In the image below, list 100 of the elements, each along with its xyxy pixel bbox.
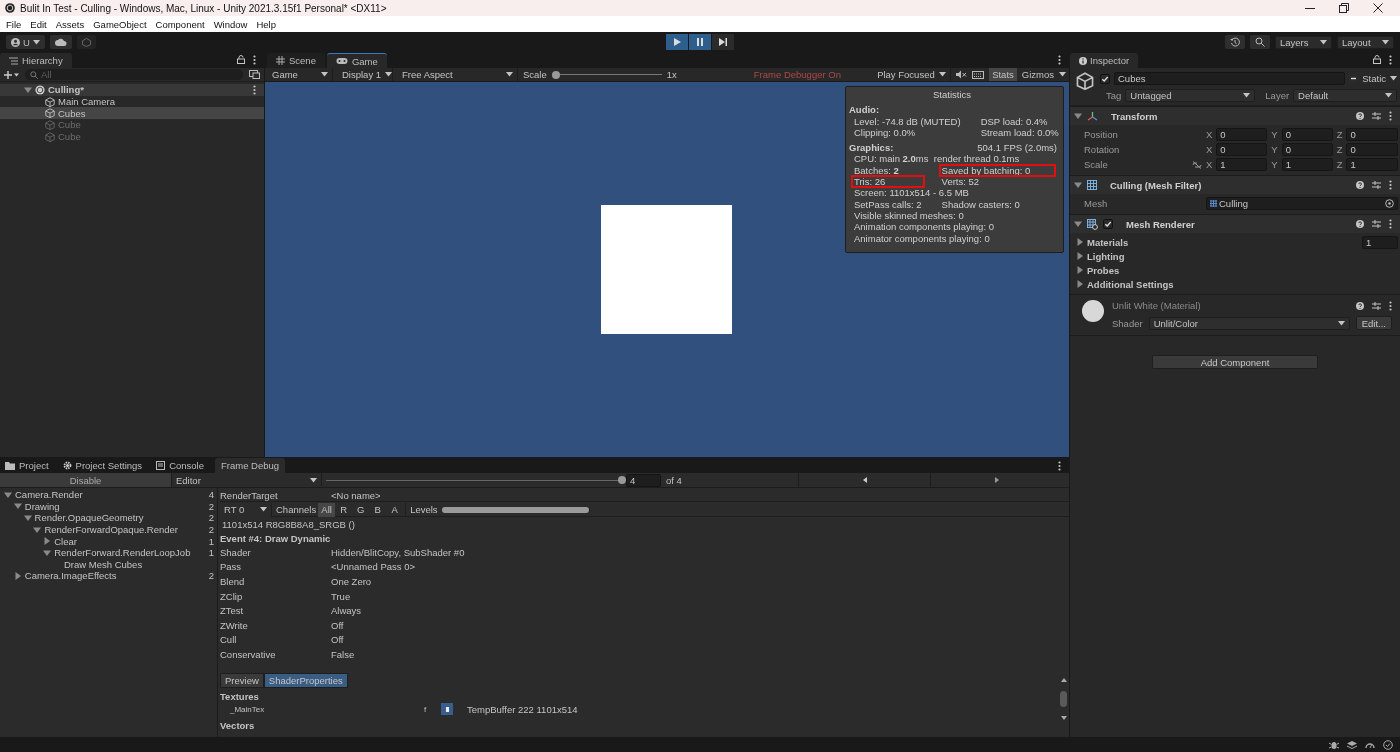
view-tab[interactable]: Scene <box>267 53 325 68</box>
levels-slider[interactable] <box>441 506 590 513</box>
render-target-dropdown[interactable]: RT 0 <box>220 502 272 517</box>
foldout-arrow-icon[interactable] <box>1076 238 1084 246</box>
layer-dropdown[interactable]: Default <box>1293 89 1397 102</box>
step-button[interactable] <box>712 34 734 50</box>
history-icon[interactable] <box>1230 37 1240 47</box>
foldout[interactable]: Lighting <box>1076 250 1125 262</box>
component-title[interactable]: Transform <box>1111 110 1158 122</box>
foldout-arrow-icon[interactable] <box>1076 266 1084 274</box>
presets-icon[interactable] <box>1372 181 1381 189</box>
view-tab[interactable]: Game <box>326 53 387 68</box>
more-options-icon[interactable] <box>1058 55 1061 65</box>
number-field[interactable]: 0 <box>1346 128 1398 141</box>
checkbox[interactable] <box>1103 219 1113 229</box>
object-picker-icon[interactable] <box>1385 199 1394 208</box>
presets-icon[interactable] <box>1372 301 1381 310</box>
foldout-arrow-icon[interactable] <box>1074 181 1082 189</box>
foldout-arrow-icon[interactable] <box>33 525 42 534</box>
search-icon[interactable] <box>1255 37 1265 47</box>
component-title[interactable]: Culling (Mesh Filter) <box>1110 179 1202 191</box>
disable-button[interactable]: Disable <box>0 473 172 487</box>
add-component-button[interactable]: Add Component <box>1152 355 1318 369</box>
number-field[interactable]: 1 <box>1281 158 1333 171</box>
number-field[interactable]: 0 <box>1216 128 1268 141</box>
event-tree-item[interactable]: RenderForwardOpaque.Render 2 <box>0 523 217 536</box>
menu-item[interactable]: Help <box>256 18 276 30</box>
foldout-arrow-icon[interactable] <box>24 85 32 94</box>
stats-toggle[interactable]: Stats <box>989 68 1017 81</box>
help-icon[interactable] <box>1356 112 1364 120</box>
more-options-icon[interactable] <box>1389 55 1392 65</box>
event-number-field[interactable]: 4 <box>626 473 661 487</box>
event-tree-item[interactable]: Draw Mesh Cubes <box>0 558 217 571</box>
channel-toggle[interactable]: A <box>386 502 404 517</box>
scale-slider[interactable] <box>551 70 662 79</box>
more-options-icon[interactable] <box>1389 180 1392 190</box>
menu-item[interactable]: File <box>6 18 22 30</box>
menu-item[interactable]: Window <box>213 18 248 30</box>
panel-tab[interactable]: Project <box>2 458 54 473</box>
play-button[interactable] <box>666 34 688 50</box>
shader-dropdown[interactable]: Unlit/Color <box>1148 316 1350 330</box>
cloud-icon[interactable] <box>54 38 67 46</box>
hierarchy-item[interactable]: Culling* <box>0 84 264 96</box>
foldout-arrow-icon[interactable] <box>43 548 52 557</box>
number-field[interactable]: 0 <box>1216 143 1268 156</box>
foldout-arrow-icon[interactable] <box>13 571 22 580</box>
more-options-icon[interactable] <box>1389 111 1392 121</box>
channel-toggle[interactable]: B <box>369 502 387 517</box>
mute-audio-icon[interactable] <box>956 70 968 79</box>
number-field[interactable]: 0 <box>1346 143 1398 156</box>
detail-tab[interactable]: Preview <box>220 672 264 688</box>
channel-toggle[interactable]: All <box>318 502 336 517</box>
link-icon[interactable] <box>1192 160 1202 169</box>
foldout-arrow-icon[interactable] <box>13 502 22 511</box>
scrollbar[interactable] <box>1059 678 1068 720</box>
number-field[interactable]: 1 <box>1346 158 1398 171</box>
stack-icon[interactable] <box>1347 739 1357 750</box>
scene-visibility-icon[interactable] <box>249 70 260 79</box>
menu-item[interactable]: Component <box>155 18 205 30</box>
more-options-icon[interactable] <box>1389 300 1392 311</box>
event-tree-item[interactable]: Camera.Render 4 <box>0 489 217 501</box>
help-icon[interactable] <box>1356 220 1364 228</box>
panel-tab[interactable]: Project Settings <box>59 458 148 473</box>
help-icon[interactable] <box>1356 181 1364 189</box>
name-field[interactable]: Cubes <box>1114 72 1346 85</box>
lock-icon[interactable] <box>237 55 245 64</box>
foldout-arrow-icon[interactable] <box>23 514 32 522</box>
number-field[interactable]: 0 <box>1281 143 1333 156</box>
foldout[interactable]: Probes <box>1076 264 1120 276</box>
edit-button[interactable]: Edit... <box>1355 316 1392 330</box>
close-icon[interactable] <box>1373 3 1383 13</box>
foldout-arrow-icon[interactable] <box>1076 280 1084 288</box>
event-tree-item[interactable]: Drawing 2 <box>0 500 217 513</box>
checkbox[interactable] <box>1100 73 1110 84</box>
gizmos-button[interactable]: Gizmos <box>1021 69 1054 80</box>
restore-icon[interactable] <box>1339 3 1349 13</box>
foldout-arrow-icon[interactable] <box>43 537 52 546</box>
object-field[interactable]: Culling <box>1206 197 1398 210</box>
lock-icon[interactable] <box>1373 55 1381 64</box>
number-field[interactable]: 1 <box>1362 235 1398 249</box>
more-options-icon[interactable] <box>253 84 256 95</box>
menu-item[interactable]: Edit <box>30 18 47 30</box>
event-tree-item[interactable]: Render.OpaqueGeometry 2 <box>0 512 217 524</box>
help-icon[interactable] <box>1356 301 1364 310</box>
number-field[interactable]: 0 <box>1281 128 1333 141</box>
texture-thumbnail[interactable] <box>441 703 453 716</box>
event-tree-item[interactable]: RenderForward.RenderLoopJob 1 <box>0 546 217 559</box>
panel-tab[interactable]: Frame Debug <box>215 458 286 473</box>
channel-toggle[interactable]: G <box>352 502 370 517</box>
foldout-arrow-icon[interactable] <box>1076 252 1084 260</box>
foldout[interactable]: Materials <box>1076 236 1129 248</box>
foldout[interactable]: Additional Settings <box>1076 278 1174 290</box>
presets-icon[interactable] <box>1372 220 1381 228</box>
hierarchy-item[interactable]: Cubes <box>0 107 264 120</box>
account-button[interactable]: U <box>6 35 45 49</box>
collab-icon[interactable] <box>81 37 91 47</box>
component-title[interactable]: Mesh Renderer <box>1126 218 1195 230</box>
number-field[interactable]: 1 <box>1216 158 1268 171</box>
add-icon[interactable] <box>4 70 19 79</box>
tag-dropdown[interactable]: Untagged <box>1125 89 1256 102</box>
